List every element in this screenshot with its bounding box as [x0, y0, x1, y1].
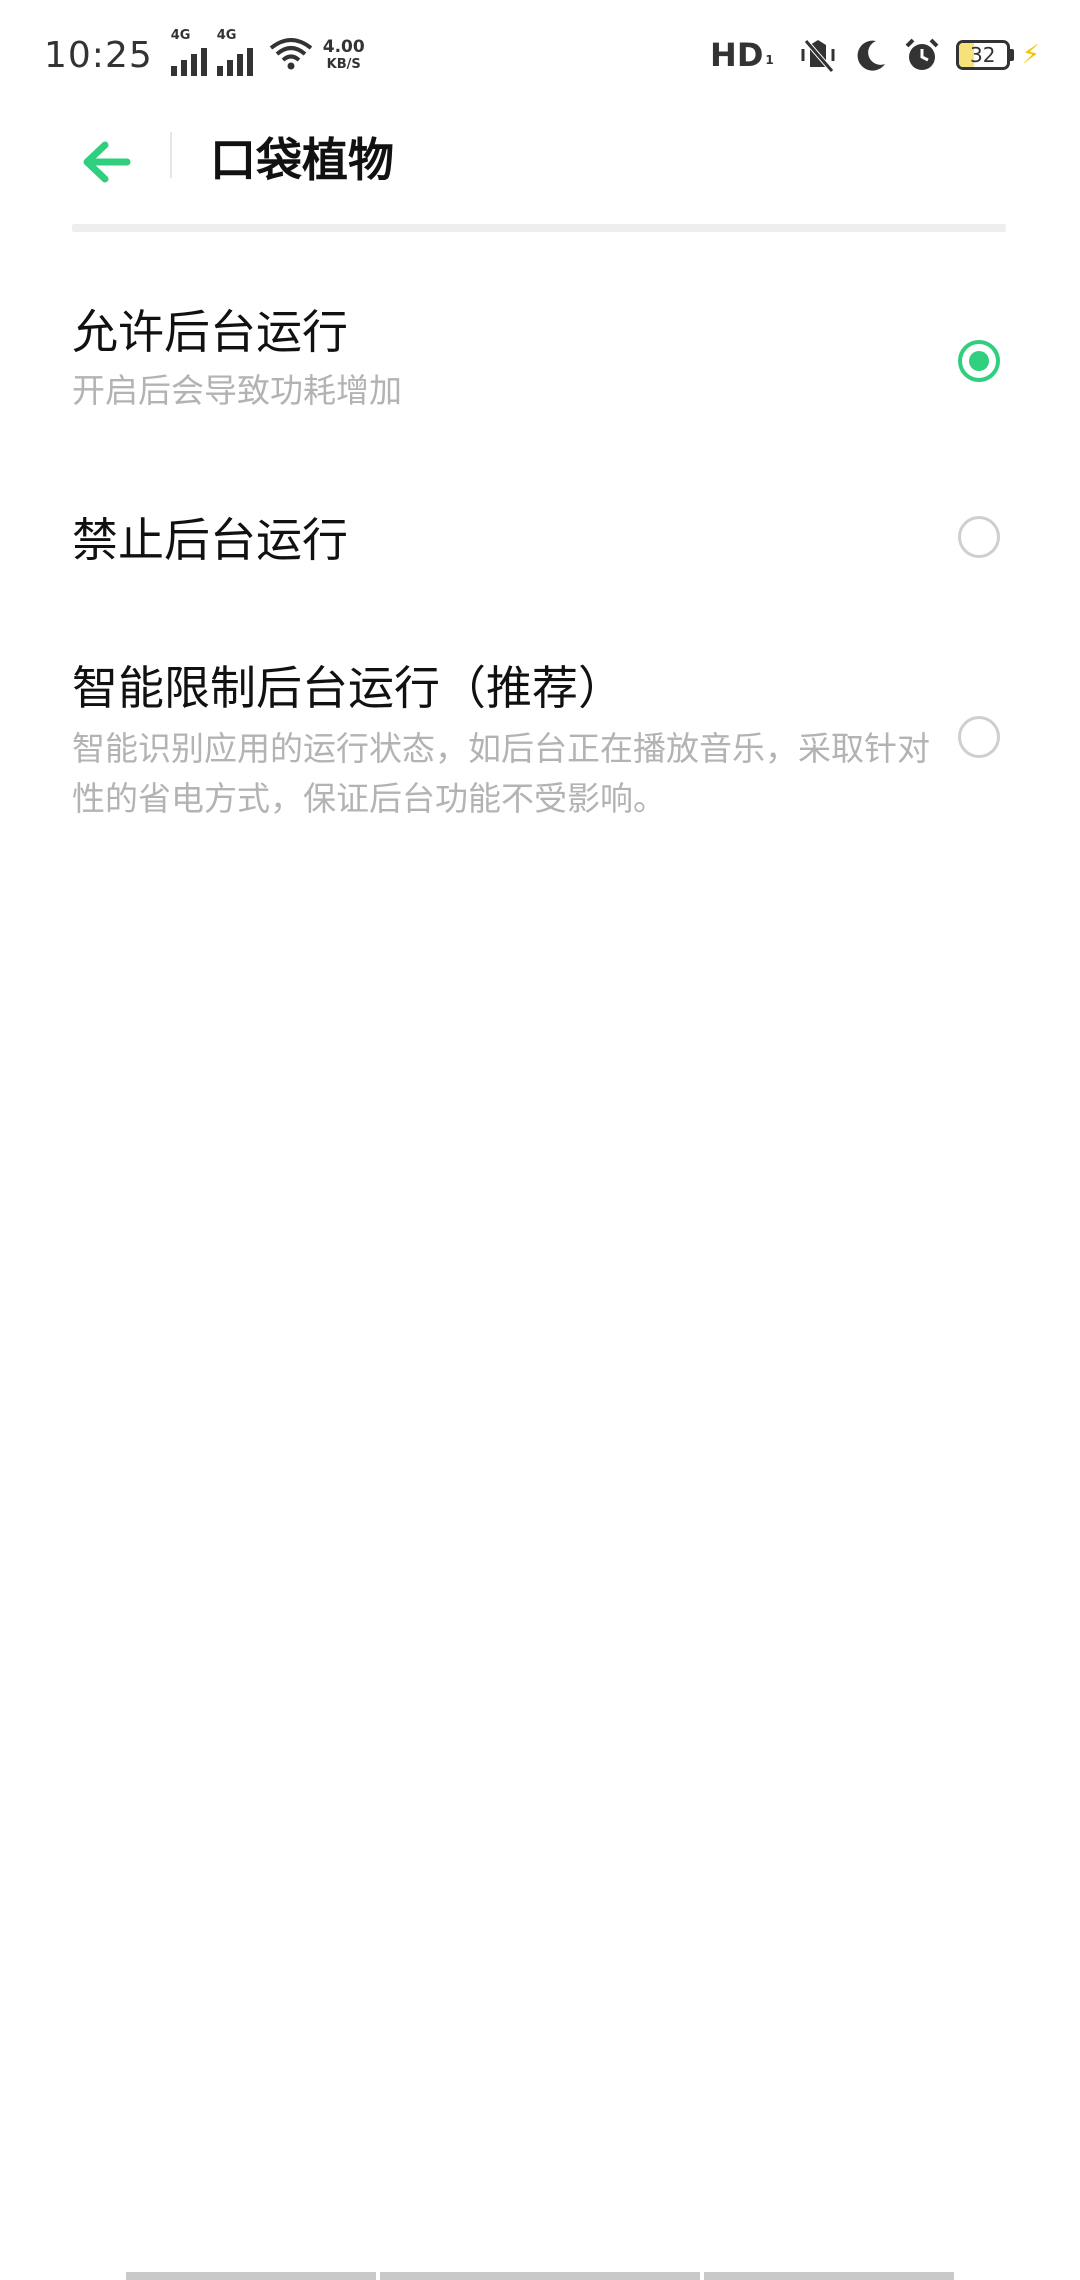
app-screen: 10:25 4G 4G 4.00 KB/S HD 1 32 ⚡ 口袋植物 允许后… [0, 0, 1080, 2280]
option-description: 智能识别应用的运行状态，如后台正在播放音乐，采取针对性的省电方式，保证后台功能不… [72, 729, 930, 818]
radio-button[interactable] [958, 516, 1000, 558]
gesture-nav-bar [0, 2262, 1080, 2280]
option-description: 开启后会导致功耗增加 [72, 371, 402, 410]
wifi-icon [269, 36, 313, 74]
hd-label: HD [710, 36, 764, 74]
back-arrow-icon [83, 141, 131, 183]
radio-button[interactable] [958, 716, 1000, 758]
battery-level: 32 [970, 43, 996, 67]
network-speed-unit: KB/S [326, 57, 361, 72]
back-button[interactable] [78, 134, 134, 190]
nav-segment-right[interactable] [704, 2272, 954, 2280]
status-bar-right: HD 1 32 ⚡ [710, 36, 1040, 74]
battery-tip [1009, 49, 1014, 61]
app-header: 口袋植物 [0, 110, 1080, 228]
charging-icon: ⚡ [1021, 40, 1040, 70]
header-divider [170, 132, 172, 178]
battery-icon: 32 [955, 40, 1010, 70]
option-title: 禁止后台运行 [72, 513, 348, 567]
signal-icon: 4G [216, 28, 253, 76]
moon-icon [854, 38, 888, 72]
clock: 10:25 [44, 34, 153, 76]
status-bar: 10:25 4G 4G 4.00 KB/S HD 1 32 ⚡ [0, 0, 1080, 110]
option-forbid-background[interactable]: 禁止后台运行 [0, 504, 1080, 584]
option-title: 智能限制后台运行（推荐） [72, 661, 624, 715]
signal-icon: 4G [170, 28, 207, 76]
hd-sub-label: 1 [765, 53, 774, 67]
option-smart-limit-background[interactable]: 智能限制后台运行（推荐） 智能识别应用的运行状态，如后台正在播放音乐，采取针对性… [0, 652, 1080, 832]
alarm-icon [904, 37, 940, 73]
option-allow-background[interactable]: 允许后台运行 开启后会导致功耗增加 [0, 296, 1080, 436]
page-title: 口袋植物 [210, 133, 394, 187]
nav-segment-left[interactable] [126, 2272, 376, 2280]
network-type-label: 4G [216, 28, 237, 43]
radio-button-selected[interactable] [958, 340, 1000, 382]
option-title: 允许后台运行 [72, 305, 348, 359]
network-type-label: 4G [170, 28, 191, 43]
status-bar-left: 10:25 4G 4G 4.00 KB/S [44, 28, 365, 76]
nav-segment-center[interactable] [380, 2272, 700, 2280]
header-separator [72, 224, 1006, 232]
network-speed: 4.00 KB/S [322, 37, 365, 72]
network-speed-value: 4.00 [322, 37, 365, 57]
vibrate-icon [798, 37, 838, 73]
